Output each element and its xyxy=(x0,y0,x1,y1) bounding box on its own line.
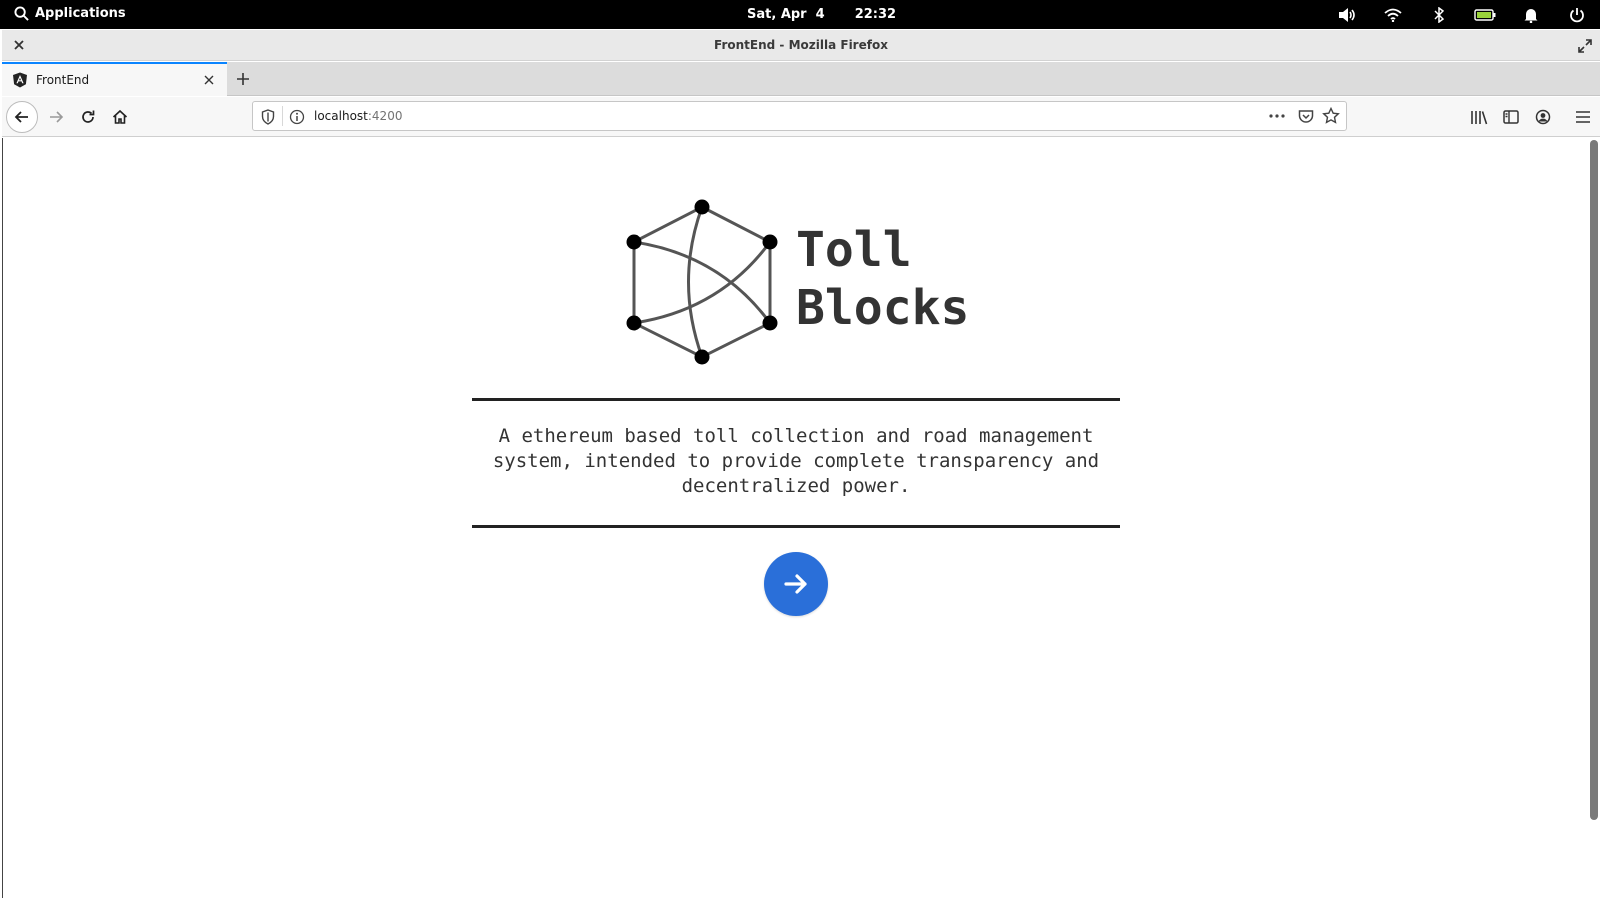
url-bar[interactable]: localhost:4200 xyxy=(252,101,1347,131)
tab-label: FrontEnd xyxy=(36,73,90,87)
system-top-bar: Applications Sat, Apr 4 22:32 xyxy=(0,0,1600,29)
hexagon-network-logo-icon xyxy=(626,199,778,365)
navigation-toolbar: localhost:4200 xyxy=(2,97,1600,137)
project-description: A ethereum based toll collection and roa… xyxy=(492,425,1100,497)
forward-button[interactable] xyxy=(40,101,72,133)
pocket-icon[interactable] xyxy=(1298,108,1314,124)
url-port: :4200 xyxy=(367,109,403,123)
bluetooth-icon[interactable] xyxy=(1416,4,1462,26)
url-host: localhost xyxy=(314,109,368,123)
account-button[interactable] xyxy=(1532,106,1554,128)
arrow-right-icon xyxy=(50,111,64,123)
top-divider xyxy=(472,398,1120,401)
library-icon xyxy=(1471,111,1488,125)
logo-block: Toll Blocks xyxy=(620,195,980,365)
menu-button[interactable] xyxy=(1572,106,1594,128)
plus-icon xyxy=(237,73,249,85)
date-label: Sat, Apr 4 xyxy=(747,7,825,22)
battery-icon[interactable] xyxy=(1462,4,1508,26)
tab-frontend[interactable]: FrontEnd xyxy=(2,62,227,96)
volume-icon[interactable] xyxy=(1324,4,1370,26)
window-title-bar: FrontEnd - Mozilla Firefox xyxy=(2,30,1600,61)
restore-icon xyxy=(1578,39,1592,53)
brand-title: Toll Blocks xyxy=(796,221,969,337)
window-title: FrontEnd - Mozilla Firefox xyxy=(714,38,888,52)
continue-button[interactable] xyxy=(764,552,828,616)
sidebar-icon xyxy=(1503,110,1519,124)
sidebar-button[interactable] xyxy=(1500,106,1522,128)
brand-line-2: Blocks xyxy=(796,280,970,336)
bookmark-star-icon[interactable] xyxy=(1322,107,1340,125)
library-button[interactable] xyxy=(1468,106,1490,128)
reload-button[interactable] xyxy=(72,101,104,133)
notification-bell-icon[interactable] xyxy=(1508,4,1554,26)
vertical-scrollbar[interactable] xyxy=(1590,140,1598,820)
more-actions-icon[interactable] xyxy=(1268,107,1286,125)
shield-icon[interactable] xyxy=(261,109,275,125)
tab-close-button[interactable] xyxy=(197,68,221,92)
url-text[interactable]: localhost:4200 xyxy=(314,109,402,123)
hamburger-menu-icon xyxy=(1576,111,1590,123)
info-icon[interactable] xyxy=(289,109,305,125)
account-icon xyxy=(1535,109,1551,125)
applications-menu[interactable]: Applications xyxy=(14,6,126,21)
wifi-icon[interactable] xyxy=(1370,4,1416,26)
tab-bar: FrontEnd xyxy=(2,62,1600,96)
home-icon xyxy=(112,109,128,124)
reload-icon xyxy=(82,110,95,123)
window-restore-button[interactable] xyxy=(1578,38,1592,57)
url-separator xyxy=(282,106,283,126)
clock[interactable]: Sat, Apr 4 22:32 xyxy=(747,7,896,22)
back-button[interactable] xyxy=(6,101,38,133)
applications-label: Applications xyxy=(35,6,126,21)
home-button[interactable] xyxy=(104,101,136,133)
close-icon xyxy=(204,75,214,85)
system-tray xyxy=(1324,4,1600,26)
search-icon xyxy=(14,6,29,21)
arrow-right-icon xyxy=(784,574,807,594)
new-tab-button[interactable] xyxy=(230,66,256,92)
arrow-left-icon xyxy=(14,111,28,123)
angular-icon xyxy=(13,72,27,88)
brand-line-1: Toll xyxy=(796,222,912,278)
power-icon[interactable] xyxy=(1554,4,1600,26)
time-label: 22:32 xyxy=(854,7,897,22)
bottom-divider xyxy=(472,525,1120,528)
